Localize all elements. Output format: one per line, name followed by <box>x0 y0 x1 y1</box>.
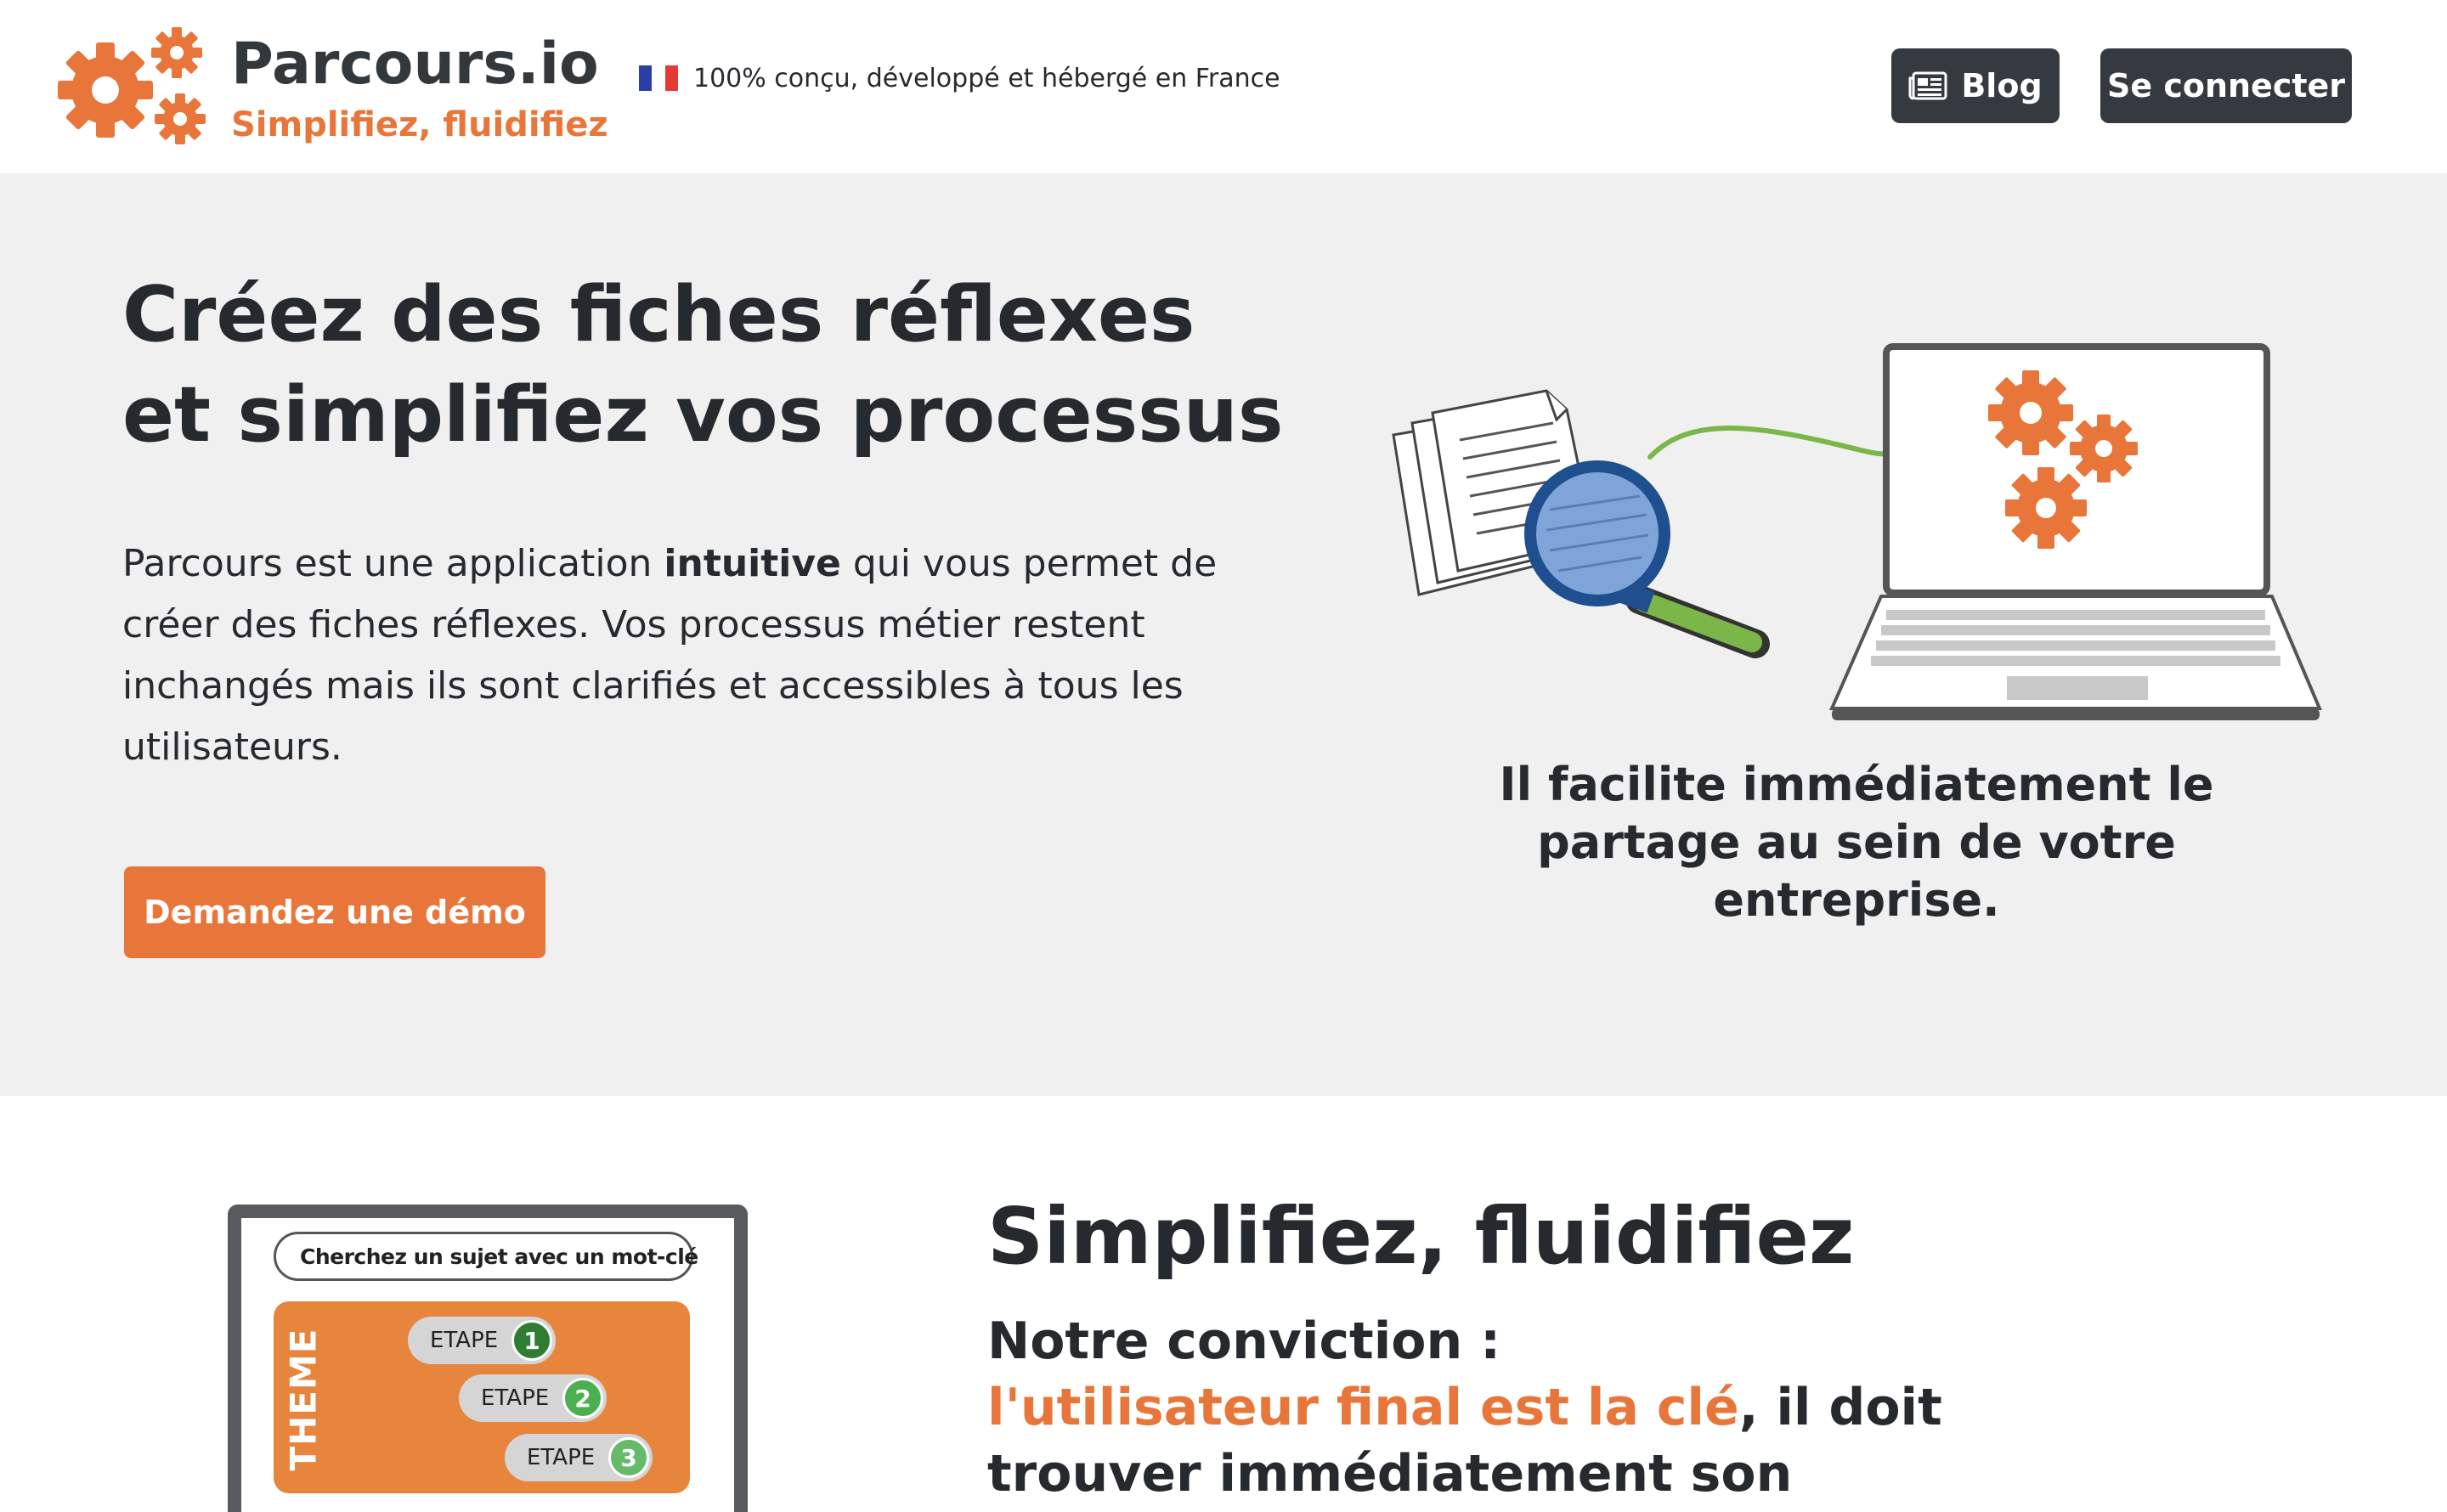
mockup-step-2: ETAPE 2 <box>459 1374 607 1422</box>
made-in-france-text: 100% conçu, développé et hébergé en Fran… <box>693 63 1280 93</box>
step-number-badge: 2 <box>562 1378 603 1419</box>
section-subtitle: Notre conviction : l'utilisateur final es… <box>987 1308 2092 1512</box>
subtitle-accent: l'utilisateur final est la clé <box>987 1378 1739 1437</box>
blog-label: Blog <box>1961 67 2043 104</box>
hero-title: Créez des fiches réflexes et simplifiez … <box>122 270 1284 460</box>
app-mockup-illustration: Cherchez un sujet avec un mot-clé THEME … <box>228 1205 748 1512</box>
site-header: Parcours.io Simplifiez, fluidifiez 100% … <box>0 0 2447 173</box>
login-button[interactable]: Se connecter <box>2100 48 2352 123</box>
mockup-search-bar: Cherchez un sujet avec un mot-clé <box>274 1232 698 1281</box>
login-label: Se connecter <box>2106 67 2346 104</box>
hero-description: Parcours est une application intuitive q… <box>122 533 1261 778</box>
made-in-france-notice: 100% conçu, développé et hébergé en Fran… <box>639 59 1280 97</box>
logo-title: Parcours.io <box>231 31 599 98</box>
simplify-section: Cherchez un sujet avec un mot-clé THEME … <box>0 1096 2447 1512</box>
hero-desc-bold: intuitive <box>664 542 841 585</box>
hero-section: Créez des fiches réflexes et simplifiez … <box>0 173 2447 1096</box>
subtitle-line1: Notre conviction : <box>987 1312 1501 1371</box>
magnifier-icon <box>1524 460 1770 658</box>
mockup-step-1: ETAPE 1 <box>408 1317 556 1364</box>
step-number-badge: 3 <box>608 1437 649 1478</box>
newspaper-icon <box>1908 71 1947 100</box>
mockup-theme-panel: THEME ETAPE 1 ETAPE 2 ETAPE 3 <box>274 1301 690 1493</box>
logo-tagline: Simplifiez, fluidifiez <box>231 105 608 144</box>
hero-caption: Il facilite immédiatement le partage au … <box>1499 758 2214 927</box>
laptop-icon <box>1828 343 2323 720</box>
mockup-theme-label: THEME <box>282 1328 325 1470</box>
request-demo-button[interactable]: Demandez une démo <box>124 866 545 958</box>
french-flag-icon <box>639 65 678 91</box>
request-demo-label: Demandez une démo <box>144 894 526 931</box>
gears-logo-icon <box>58 27 206 144</box>
mockup-search-placeholder: Cherchez un sujet avec un mot-clé <box>300 1244 698 1269</box>
documents-to-laptop-illustration <box>1392 343 2323 720</box>
mockup-step-3: ETAPE 3 <box>505 1434 653 1481</box>
section-title: Simplifiez, fluidifiez <box>987 1191 1855 1282</box>
blog-button[interactable]: Blog <box>1891 48 2060 123</box>
step-number-badge: 1 <box>511 1320 552 1361</box>
hero-desc-part1: Parcours est une application <box>122 542 664 585</box>
logo-link[interactable]: Parcours.io Simplifiez, fluidifiez <box>53 24 608 151</box>
